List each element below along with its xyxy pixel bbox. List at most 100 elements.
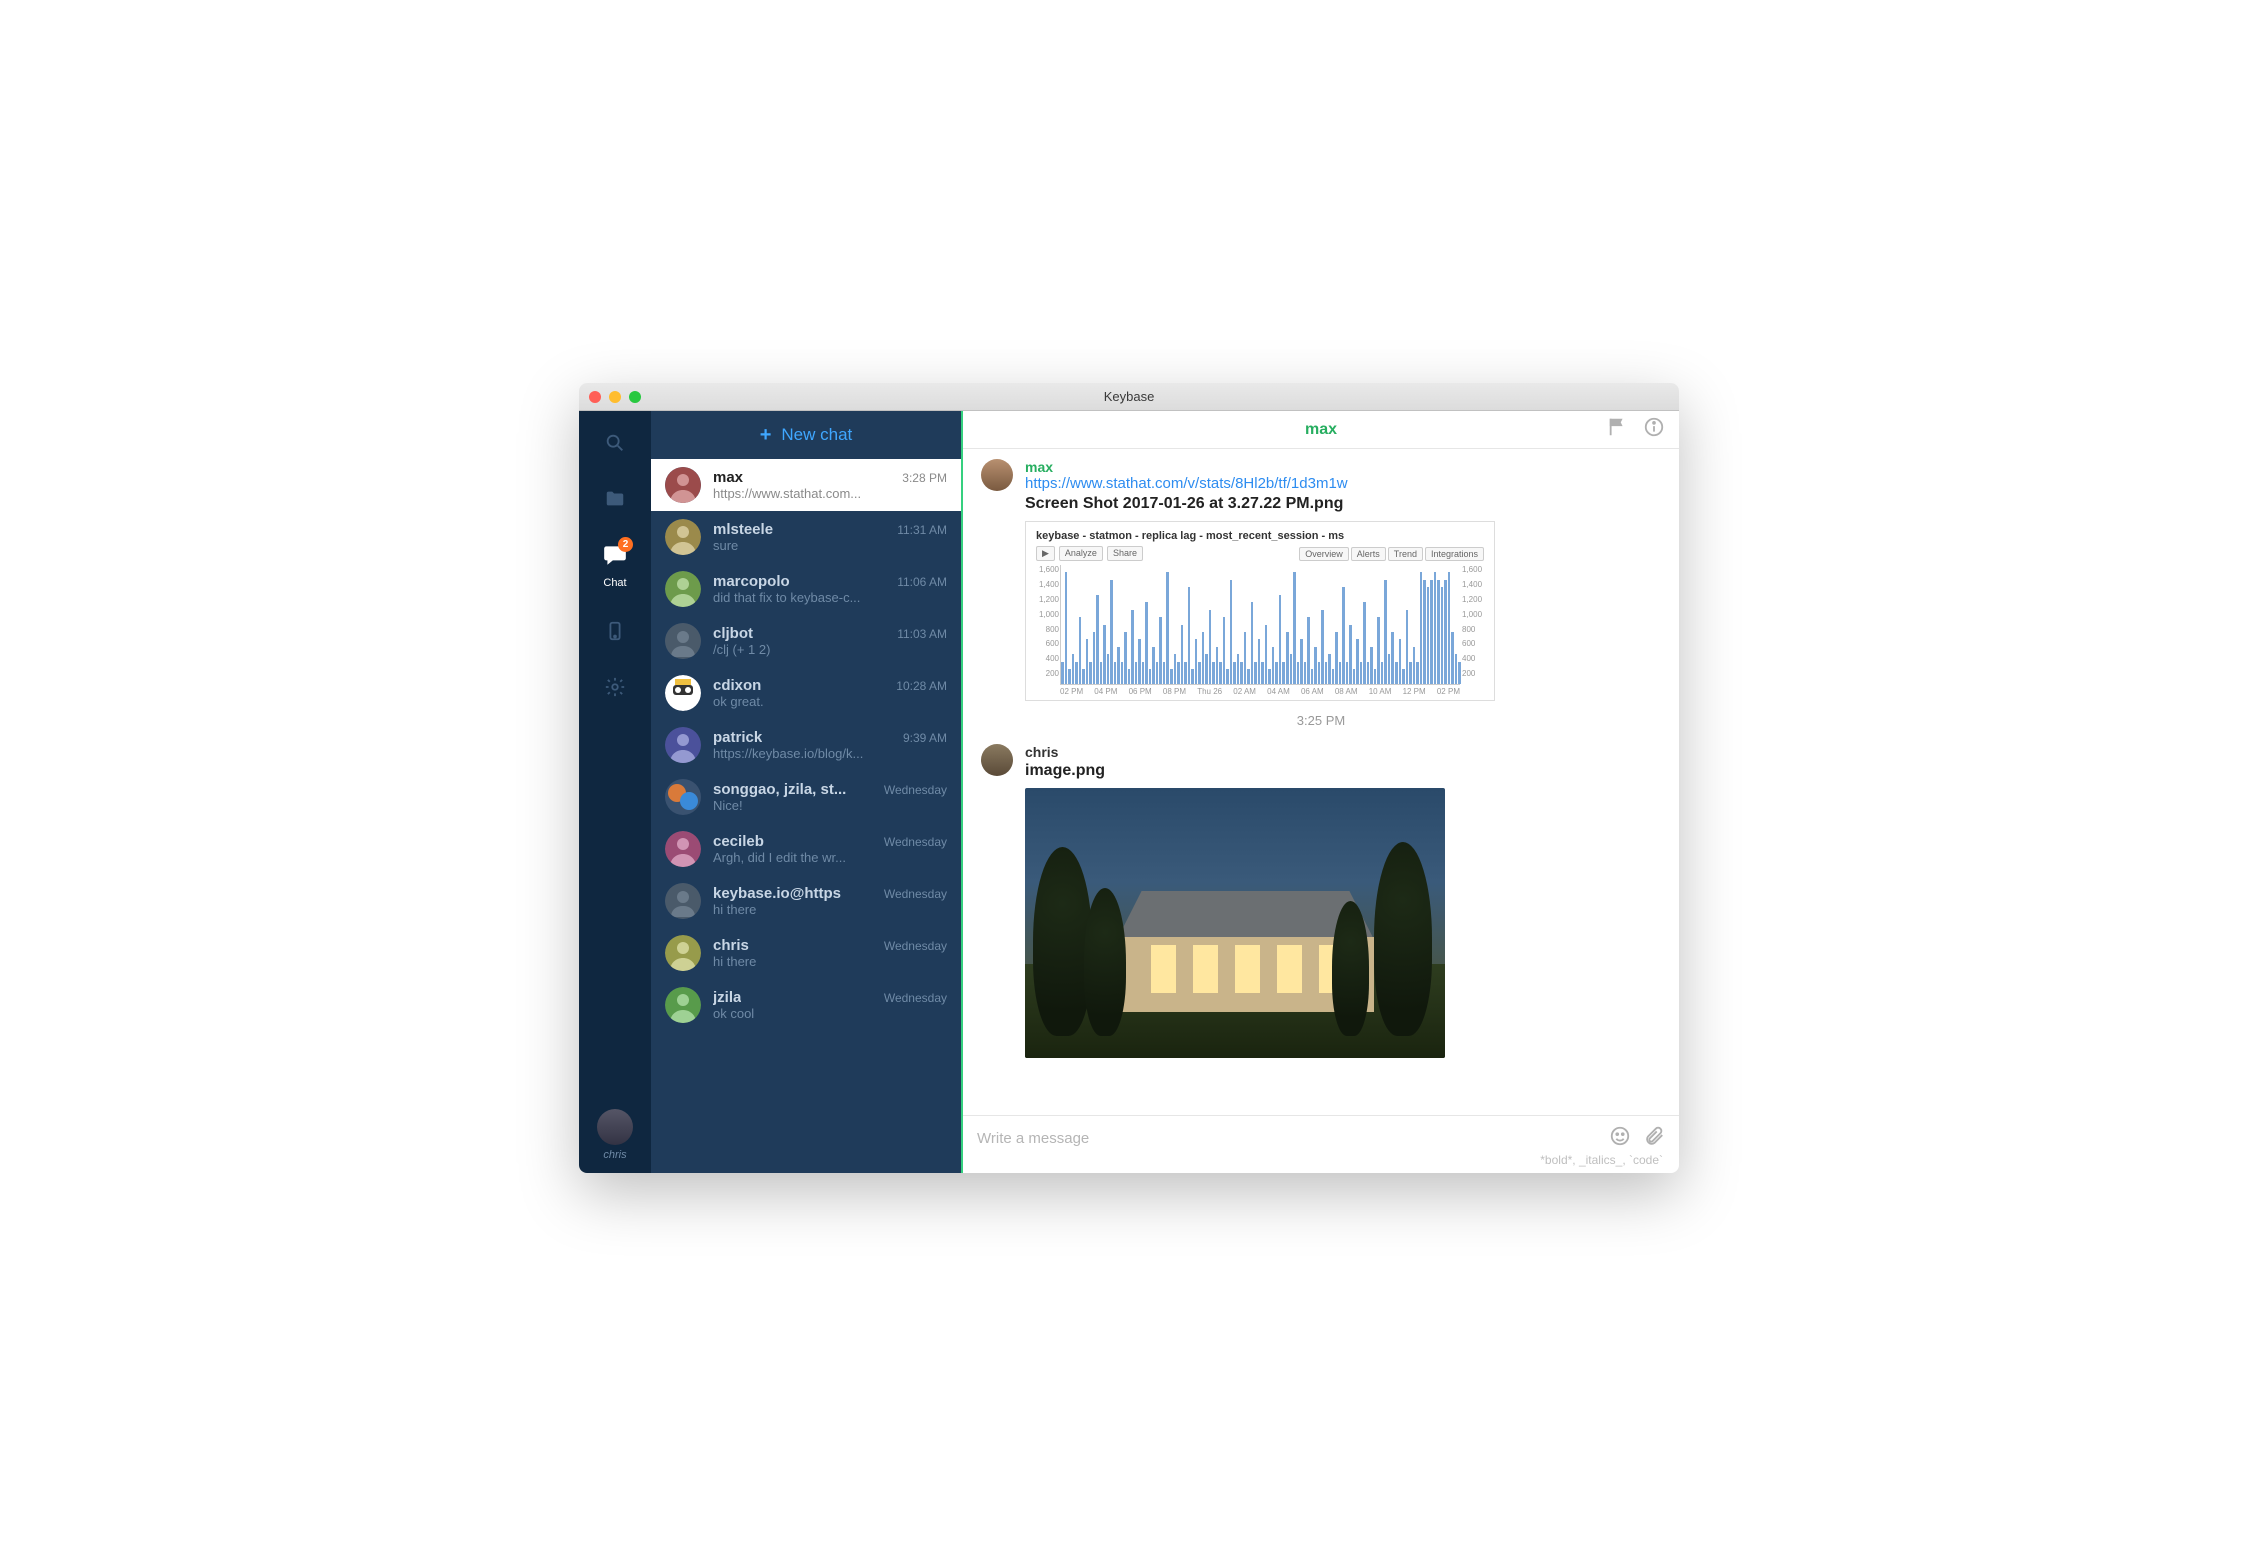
titlebar: Keybase (579, 383, 1679, 411)
conversation-item[interactable]: chrisWednesdayhi there (651, 927, 961, 979)
conversation-time: Wednesday (884, 887, 947, 901)
conversation-avatar (665, 779, 701, 815)
conversation-time: 3:28 PM (902, 471, 947, 485)
chart-toolbar-button[interactable]: Overview (1299, 547, 1349, 561)
conversation-time: 9:39 AM (903, 731, 947, 745)
conversation-list-panel: + New chat max 3:28 PMhttps://www.stathat… (651, 411, 961, 1173)
current-user-avatar (597, 1109, 633, 1145)
search-icon (604, 432, 626, 454)
phone-icon (604, 620, 626, 642)
conversation-preview: /clj (+ 1 2) (713, 642, 947, 657)
conversation-time: Wednesday (884, 783, 947, 797)
conversation-time: 11:06 AM (897, 575, 947, 589)
folder-icon (604, 488, 626, 510)
chart-toolbar: ▶ Analyze Share OverviewAlertsTrendIntegra… (1036, 546, 1484, 561)
conversation-time: Wednesday (884, 939, 947, 953)
chart-attachment[interactable]: keybase - statmon - replica lag - most_r… (1025, 521, 1495, 701)
chart-toolbar-button[interactable]: Alerts (1351, 547, 1386, 561)
chat-tab-label: Chat (603, 577, 626, 589)
conversation-item[interactable]: max 3:28 PMhttps://www.stathat.com... (651, 459, 961, 511)
conversation-avatar (665, 571, 701, 607)
chat-header: max (963, 411, 1679, 449)
settings-tab[interactable] (601, 673, 629, 701)
composer: *bold*, _italics_, `code` (963, 1115, 1679, 1173)
conversation-time: 11:31 AM (897, 523, 947, 537)
conversation-name: cdixon (713, 677, 761, 694)
image-attachment[interactable] (1025, 788, 1445, 1058)
conversation-preview: did that fix to keybase-c... (713, 590, 947, 605)
message: max https://www.stathat.com/v/stats/8Hl2… (981, 459, 1661, 701)
search-tab[interactable] (601, 429, 629, 457)
smiley-icon (1609, 1125, 1631, 1147)
chart-toolbar-button[interactable]: ▶ (1036, 546, 1055, 561)
chat-tab[interactable]: 2 (601, 541, 629, 569)
app-body: 2 Chat chris + New chat max3:28 PMhttps:… (579, 411, 1679, 1173)
conversation-item[interactable]: patrick9:39 AMhttps://keybase.io/blog/k.… (651, 719, 961, 771)
conversation-time: 10:28 AM (896, 679, 947, 693)
conversation-preview: ok great. (713, 694, 947, 709)
conversation-name: cljbot (713, 625, 753, 642)
chart-toolbar-button[interactable]: Share (1107, 546, 1143, 561)
conversation-item[interactable]: marcopolo 11:06 AMdid that fix to keybase… (651, 563, 961, 615)
chat-panel: max max https://www.stathat.com/ (961, 411, 1679, 1173)
message-list: max https://www.stathat.com/v/stats/8Hl2… (963, 449, 1679, 1115)
folder-tab[interactable] (601, 485, 629, 513)
paperclip-icon (1643, 1125, 1665, 1147)
message-avatar (981, 459, 1013, 491)
gear-icon (604, 676, 626, 698)
conversation-name: jzila (713, 989, 741, 1006)
attach-button[interactable] (1643, 1125, 1665, 1152)
chart-toolbar-button[interactable]: Analyze (1059, 546, 1103, 561)
conversation-time: 11:03 AM (897, 627, 947, 641)
chart-title: keybase - statmon - replica lag - most_r… (1036, 530, 1484, 542)
chart-toolbar-button[interactable]: Trend (1388, 547, 1423, 561)
current-user-area[interactable]: chris (597, 1109, 633, 1161)
conversation-avatar (665, 883, 701, 919)
conversation-item[interactable]: songgao, jzila, st... WednesdayNice! (651, 771, 961, 823)
chart-plot-area: 1,6001,4001,2001,000800600400200 1,6001,… (1060, 565, 1460, 685)
conversation-avatar (665, 675, 701, 711)
conversation-preview: https://www.stathat.com... (713, 486, 947, 501)
message-filename: Screen Shot 2017-01-26 at 3.27.22 PM.png (1025, 495, 1661, 513)
timestamp-divider: 3:25 PM (981, 713, 1661, 728)
message-author: chris (1025, 744, 1661, 760)
chat-header-title: max (963, 421, 1679, 439)
conversation-item[interactable]: cecilebWednesdayArgh, did I edit the wr.… (651, 823, 961, 875)
conversation-avatar (665, 727, 701, 763)
conversation-item[interactable]: mlsteele 11:31 AMsure (651, 511, 961, 563)
conversation-item[interactable]: cljbot 11:03 AM/clj (+ 1 2) (651, 615, 961, 667)
conversation-name: songgao, jzila, st... (713, 781, 846, 798)
devices-tab[interactable] (601, 617, 629, 645)
emoji-button[interactable] (1609, 1125, 1631, 1152)
composer-hint: *bold*, _italics_, `code` (977, 1153, 1665, 1171)
conversation-preview: Argh, did I edit the wr... (713, 850, 947, 865)
message-input[interactable] (977, 1124, 1599, 1153)
conversation-avatar (665, 467, 701, 503)
app-window: Keybase 2 Chat chris (579, 383, 1679, 1173)
conversation-name: max (713, 469, 743, 486)
conversation-name: mlsteele (713, 521, 773, 538)
chart-toolbar-button[interactable]: Integrations (1425, 547, 1484, 561)
conversation-item[interactable]: jzilaWednesdayok cool (651, 979, 961, 1031)
conversation-item[interactable]: keybase.io@httpsWednesdayhi there (651, 875, 961, 927)
conversation-preview: Nice! (713, 798, 947, 813)
conversation-preview: sure (713, 538, 947, 553)
conversation-avatar (665, 831, 701, 867)
conversation-item[interactable]: cdixon 10:28 AMok great. (651, 667, 961, 719)
message: chris image.png (981, 744, 1661, 1058)
conversation-preview: hi there (713, 954, 947, 969)
new-chat-button[interactable]: + New chat (651, 411, 961, 459)
conversation-time: Wednesday (884, 835, 947, 849)
message-filename: image.png (1025, 762, 1661, 780)
conversation-name: keybase.io@https (713, 885, 841, 902)
conversation-preview: https://keybase.io/blog/k... (713, 746, 947, 761)
conversation-time: Wednesday (884, 991, 947, 1005)
nav-rail: 2 Chat chris (579, 411, 651, 1173)
conversation-avatar (665, 623, 701, 659)
message-link[interactable]: https://www.stathat.com/v/stats/8Hl2b/tf… (1025, 475, 1348, 492)
message-avatar (981, 744, 1013, 776)
conversation-avatar (665, 519, 701, 555)
conversation-name: marcopolo (713, 573, 790, 590)
new-chat-label: New chat (781, 425, 852, 445)
current-user-name: chris (597, 1149, 633, 1161)
